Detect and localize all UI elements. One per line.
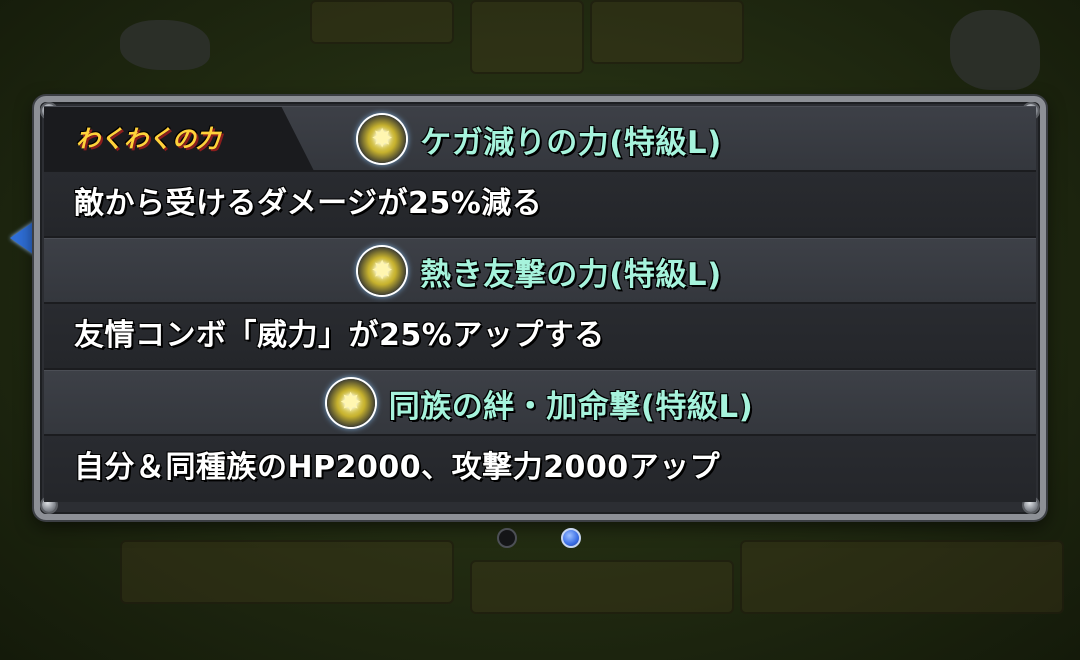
ability-description-row: 敵から受けるダメージが25%減る bbox=[44, 172, 1036, 238]
ability-title-row: ✸ 熱き友撃の力(特級L) bbox=[44, 238, 1036, 304]
ability-description-row: 友情コンボ「威力」が25%アップする bbox=[44, 304, 1036, 370]
ability-title: 熱き友撃の力(特級L) bbox=[420, 256, 722, 293]
ability-description: 自分＆同種族のHP2000、攻撃力2000アップ bbox=[74, 450, 721, 485]
ability-title-row: わくわくの力 ✸ ケガ減りの力(特級L) bbox=[44, 106, 1036, 172]
ability-title-row: ✸ 同族の絆・加命撃(特級L) bbox=[44, 370, 1036, 436]
page-dot-1[interactable] bbox=[497, 528, 517, 548]
ability-description: 敵から受けるダメージが25%減る bbox=[74, 186, 543, 221]
ability-description: 友情コンボ「威力」が25%アップする bbox=[74, 318, 605, 353]
ability-title: 同族の絆・加命撃(特級L) bbox=[388, 388, 754, 425]
sparkle-orb-icon: ✸ bbox=[326, 379, 375, 427]
sparkle-orb-icon: ✸ bbox=[358, 115, 407, 163]
ability-title: ケガ減りの力(特級L) bbox=[420, 124, 722, 161]
page-indicator bbox=[0, 528, 1080, 550]
ability-description-row: 自分＆同種族のHP2000、攻撃力2000アップ bbox=[44, 436, 1036, 502]
ability-panel: わくわくの力 ✸ ケガ減りの力(特級L) 敵から受けるダメージが25%減る ✸ … bbox=[34, 96, 1046, 520]
previous-page-arrow-icon[interactable] bbox=[10, 220, 36, 256]
page-dot-2-active[interactable] bbox=[561, 528, 581, 548]
sparkle-orb-icon: ✸ bbox=[358, 247, 407, 295]
